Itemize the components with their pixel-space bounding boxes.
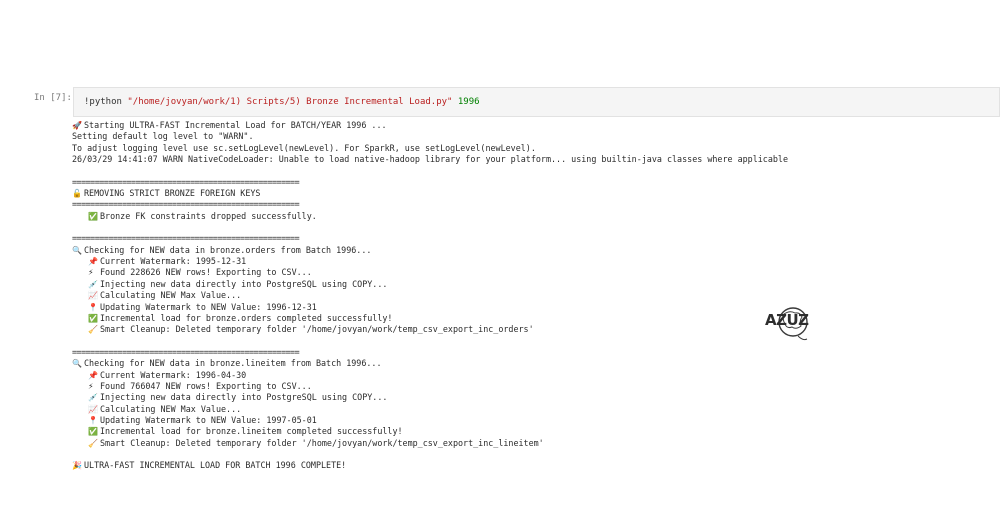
- output-text: Starting ULTRA-FAST Incremental Load for…: [84, 120, 387, 130]
- separator-line: ========================================…: [72, 233, 788, 244]
- batch-year-arg: 1996: [452, 97, 480, 107]
- separator-line: ========================================…: [72, 199, 788, 210]
- emoji-icon: 🔓: [72, 189, 82, 199]
- output-line: 📌 Current Watermark: 1996-04-30: [72, 370, 788, 381]
- output-text: Incremental load for bronze.lineitem com…: [100, 426, 403, 437]
- output-line: 📈 Calculating NEW Max Value...: [72, 290, 788, 301]
- emoji-icon: 🚀: [72, 121, 82, 130]
- emoji-icon: 📍: [88, 415, 98, 425]
- code-input-cell[interactable]: !python "/home/jovyan/work/1) Scripts/5)…: [73, 87, 1000, 117]
- output-text: Checking for NEW data in bronze.orders f…: [84, 244, 372, 255]
- emoji-icon: 💉: [88, 393, 98, 403]
- cell-prompt: In [7]:: [34, 93, 72, 103]
- output-text: ========================================…: [72, 346, 300, 357]
- output-text: Found 228626 NEW rows! Exporting to CSV.…: [100, 267, 312, 278]
- emoji-icon: 📈: [88, 404, 98, 414]
- azuz-logo: AZUZ: [762, 300, 828, 346]
- output-line: ✅ Incremental load for bronze.orders comp…: [72, 313, 788, 324]
- shell-command: !python: [84, 97, 128, 107]
- output-text: Found 766047 NEW rows! Exporting to CSV.…: [100, 380, 312, 391]
- script-path-string: "/home/jovyan/work/1) Scripts/5) Bronze …: [127, 97, 453, 107]
- emoji-icon: 🧹: [88, 325, 98, 335]
- output-line: 🧹 Smart Cleanup: Deleted temporary folder…: [72, 438, 788, 449]
- emoji-icon: 🔍: [72, 359, 82, 369]
- emoji-icon: 📍: [88, 302, 98, 312]
- emoji-icon: ✅: [88, 313, 98, 323]
- output-text: Setting default log level to "WARN".: [72, 131, 254, 142]
- output-text: Checking for NEW data in bronze.lineitem…: [84, 358, 382, 369]
- output-text: ========================================…: [72, 176, 300, 187]
- cell-output: 🚀 Starting ULTRA-FAST Incremental Load fo…: [72, 120, 788, 472]
- output-line: 🎉 ULTRA-FAST INCREMENTAL LOAD FOR BATCH 1…: [72, 460, 788, 471]
- emoji-icon: 📈: [88, 291, 98, 301]
- output-text: Current Watermark: 1995-12-31: [100, 256, 247, 267]
- output-line: ✅ Bronze FK constraints dropped successfu…: [72, 211, 788, 222]
- output-line: 26/03/29 14:41:07 WARN NativeCodeLoader:…: [72, 154, 788, 165]
- output-text: Updating Watermark to NEW Value: 1997-05…: [100, 414, 317, 425]
- emoji-icon: 💉: [88, 279, 98, 289]
- output-line: To adjust logging level use sc.setLogLev…: [72, 143, 788, 154]
- emoji-icon: 🔍: [72, 245, 82, 255]
- output-text: 26/03/29 14:41:07 WARN NativeCodeLoader:…: [72, 154, 788, 165]
- emoji-icon: ⚡: [88, 268, 94, 278]
- code-line[interactable]: !python "/home/jovyan/work/1) Scripts/5)…: [84, 97, 480, 107]
- output-line: Setting default log level to "WARN".: [72, 131, 788, 142]
- output-text: Smart Cleanup: Deleted temporary folder …: [100, 324, 534, 335]
- output-line: 🔓 REMOVING STRICT BRONZE FOREIGN KEYS: [72, 188, 788, 199]
- output-text: Incremental load for bronze.orders compl…: [100, 312, 393, 323]
- emoji-icon: 📌: [88, 257, 98, 267]
- output-text: Updating Watermark to NEW Value: 1996-12…: [100, 301, 317, 312]
- output-text: REMOVING STRICT BRONZE FOREIGN KEYS: [84, 188, 261, 199]
- output-line: 📌 Current Watermark: 1995-12-31: [72, 256, 788, 267]
- output-line: ✅ Incremental load for bronze.lineitem co…: [72, 426, 788, 437]
- output-line: 📍 Updating Watermark to NEW Value: 1997-0…: [72, 415, 788, 426]
- emoji-icon: 🎉: [72, 461, 82, 471]
- separator-line: ========================================…: [72, 347, 788, 358]
- logo-text: AZUZ: [765, 311, 809, 329]
- output-text: Calculating NEW Max Value...: [100, 403, 242, 414]
- emoji-icon: 📌: [88, 370, 98, 380]
- output-text: ULTRA-FAST INCREMENTAL LOAD FOR BATCH 19…: [84, 460, 347, 471]
- output-line: 💉 Injecting new data directly into Postgr…: [72, 279, 788, 290]
- output-text: ========================================…: [72, 233, 300, 244]
- emoji-icon: 🧹: [88, 438, 98, 448]
- emoji-icon: ✅: [88, 211, 98, 221]
- output-line: 📍 Updating Watermark to NEW Value: 1996-1…: [72, 302, 788, 313]
- output-line: 🚀 Starting ULTRA-FAST Incremental Load fo…: [72, 120, 788, 131]
- output-text: Current Watermark: 1996-04-30: [100, 369, 247, 380]
- output-text: To adjust logging level use sc.setLogLev…: [72, 142, 536, 153]
- output-text: Smart Cleanup: Deleted temporary folder …: [100, 437, 544, 448]
- output-line: 🔍 Checking for NEW data in bronze.orders …: [72, 245, 788, 256]
- emoji-icon: ⚡: [88, 381, 94, 391]
- output-line: ⚡ Found 766047 NEW rows! Exporting to CSV…: [72, 381, 788, 392]
- output-line: 📈 Calculating NEW Max Value...: [72, 404, 788, 415]
- output-text: Injecting new data directly into Postgre…: [100, 278, 388, 289]
- output-text: Injecting new data directly into Postgre…: [100, 392, 388, 403]
- separator-line: ========================================…: [72, 177, 788, 188]
- output-text: Calculating NEW Max Value...: [100, 290, 242, 301]
- output-line: 💉 Injecting new data directly into Postgr…: [72, 392, 788, 403]
- output-line: ⚡ Found 228626 NEW rows! Exporting to CSV…: [72, 267, 788, 278]
- output-line: 🧹 Smart Cleanup: Deleted temporary folder…: [72, 324, 788, 335]
- output-text: ========================================…: [72, 199, 300, 210]
- emoji-icon: ✅: [88, 427, 98, 437]
- output-line: 🔍 Checking for NEW data in bronze.lineite…: [72, 358, 788, 369]
- output-text: Bronze FK constraints dropped successful…: [100, 210, 317, 221]
